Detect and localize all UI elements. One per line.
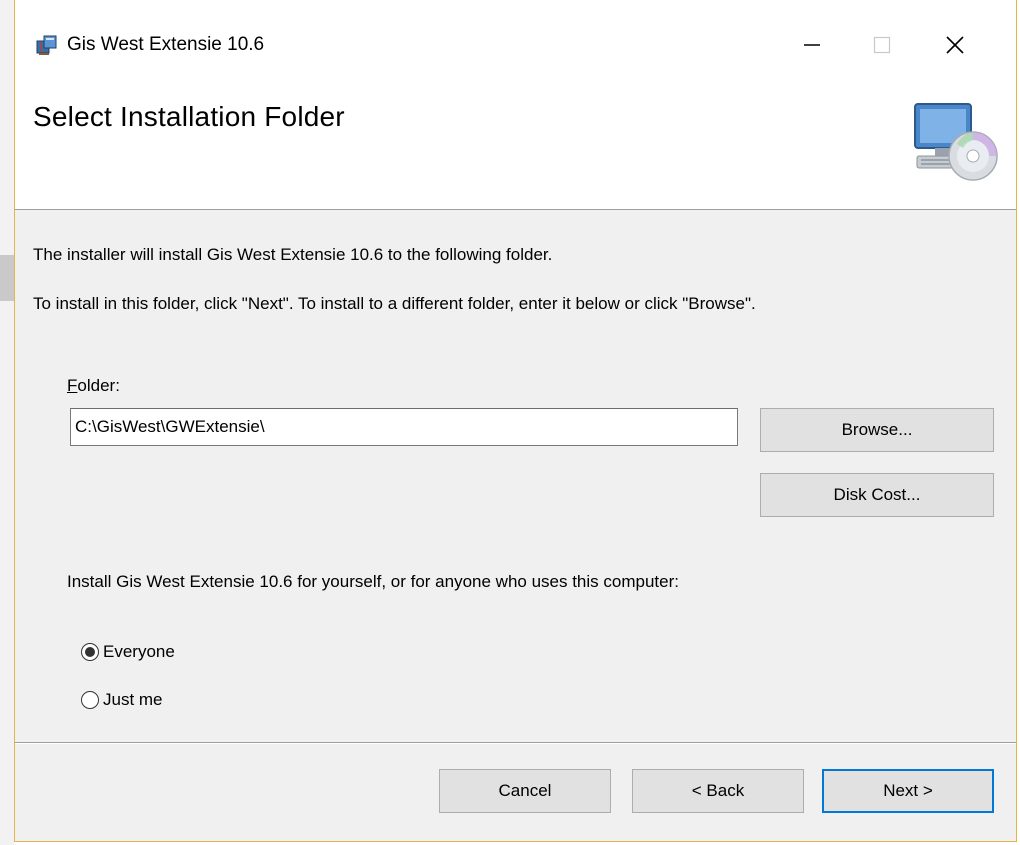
cancel-button[interactable]: Cancel bbox=[439, 769, 611, 813]
install-instructions: To install in this folder, click "Next".… bbox=[33, 294, 756, 313]
desktop-background bbox=[0, 0, 14, 845]
radio-button-icon[interactable] bbox=[81, 691, 99, 709]
minimize-button[interactable] bbox=[782, 20, 842, 70]
installer-window: Gis West Extensie 10.6 Select Installati… bbox=[14, 0, 1017, 842]
page-title: Select Installation Folder bbox=[33, 101, 345, 132]
maximize-button[interactable] bbox=[852, 20, 912, 70]
back-button[interactable]: < Back bbox=[632, 769, 804, 813]
footer-divider bbox=[15, 742, 1016, 744]
installer-app-icon bbox=[36, 35, 57, 55]
close-icon bbox=[946, 36, 964, 54]
window-title: Gis West Extensie 10.6 bbox=[67, 34, 265, 55]
radio-button-selected-icon[interactable] bbox=[81, 643, 99, 661]
folder-label-accelerator: F bbox=[67, 376, 78, 395]
radio-just-me[interactable]: Just me bbox=[81, 690, 163, 710]
radio-just-me-label: Just me bbox=[103, 690, 163, 709]
folder-label-text: older: bbox=[77, 376, 120, 395]
radio-everyone-label: Everyone bbox=[103, 642, 175, 661]
folder-path-input[interactable] bbox=[70, 408, 738, 446]
browse-button[interactable]: Browse... bbox=[760, 408, 994, 452]
radio-dot bbox=[85, 647, 95, 657]
computer-disc-icon bbox=[914, 103, 998, 181]
desktop-edge-bar bbox=[0, 255, 14, 301]
title-bar: Gis West Extensie 10.6 bbox=[15, 0, 1016, 84]
install-description: The installer will install Gis West Exte… bbox=[33, 245, 553, 264]
minimize-icon bbox=[804, 44, 820, 46]
folder-label: Folder: bbox=[67, 376, 120, 396]
maximize-icon bbox=[873, 36, 891, 54]
disk-cost-button[interactable]: Disk Cost... bbox=[760, 473, 994, 517]
next-button[interactable]: Next > bbox=[822, 769, 994, 813]
header-banner: Select Installation Folder bbox=[15, 84, 1016, 210]
close-button[interactable] bbox=[925, 20, 985, 70]
install-scope-prompt: Install Gis West Extensie 10.6 for yours… bbox=[67, 572, 679, 591]
radio-everyone[interactable]: Everyone bbox=[81, 642, 175, 662]
